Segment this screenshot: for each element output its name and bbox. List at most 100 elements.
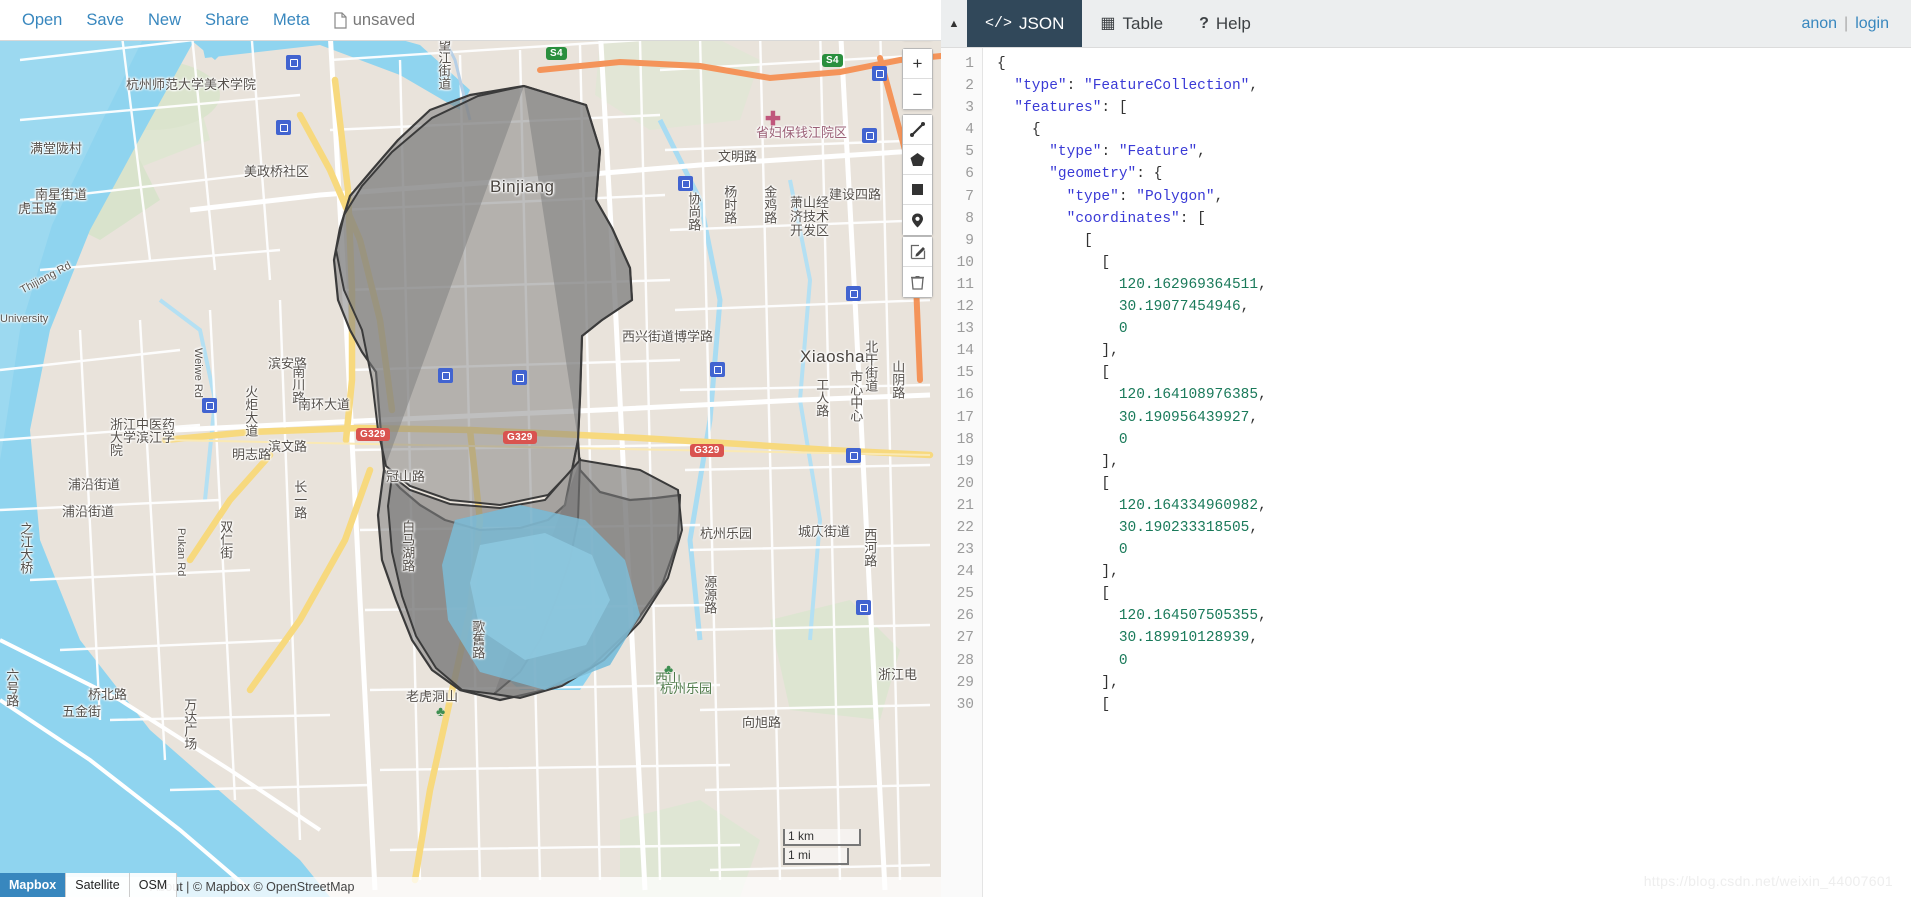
code-token: , — [1249, 630, 1259, 647]
trash-icon[interactable] — [903, 267, 932, 297]
code-line[interactable]: 120.164334960982, — [997, 495, 1911, 517]
code-line[interactable]: 0 — [997, 650, 1911, 672]
line-number: 12 — [956, 299, 974, 316]
line-number: 14 — [956, 343, 974, 360]
code-token: "geometry" — [1049, 166, 1137, 183]
code-token: "type" — [1014, 78, 1067, 95]
open-button[interactable]: Open — [10, 0, 74, 40]
code-token: ], — [1101, 674, 1119, 691]
json-code-area[interactable]: { "type": "FeatureCollection", "features… — [983, 48, 1911, 897]
code-line[interactable]: 120.162969364511, — [997, 274, 1911, 296]
code-token: [ — [1101, 475, 1111, 492]
code-token: , — [1197, 144, 1206, 161]
panel-tabbar[interactable]: ▲ </> JSON ▦ Table ? Help anon | login — [941, 0, 1911, 48]
code-token: , — [1258, 276, 1267, 293]
code-line[interactable]: 120.164507505355, — [997, 605, 1911, 627]
code-line[interactable]: "type": "Feature", — [997, 141, 1911, 163]
code-line[interactable]: [ — [997, 252, 1911, 274]
code-line[interactable]: ], — [997, 672, 1911, 694]
code-line[interactable]: "features": [ — [997, 97, 1911, 119]
code-line[interactable]: [ — [997, 583, 1911, 605]
map-canvas[interactable] — [0, 0, 941, 897]
login-link[interactable]: login — [1855, 15, 1889, 33]
zoom-out-button[interactable]: − — [903, 79, 932, 109]
tab-table[interactable]: ▦ Table — [1082, 0, 1182, 47]
json-editor[interactable]: 1 2 3 4 5 6 7 8 9 10 11 12 13 14 15 16 17 18 19 20 21 22 23 24 2… — [941, 48, 1911, 897]
rectangle-draw-icon[interactable] — [903, 175, 932, 205]
code-line[interactable]: ], — [997, 561, 1911, 583]
code-line[interactable]: ], — [997, 340, 1911, 362]
code-line[interactable]: { — [997, 119, 1911, 141]
line-number: 18 — [956, 431, 974, 448]
share-button[interactable]: Share — [193, 0, 261, 40]
code-line[interactable]: "type": "FeatureCollection", — [997, 75, 1911, 97]
save-button[interactable]: Save — [74, 0, 136, 40]
code-line[interactable]: 30.189910128939, — [997, 627, 1911, 649]
editor-scrollbar[interactable] — [1904, 96, 1911, 897]
code-token: : — [1066, 78, 1085, 95]
edit-icon[interactable] — [903, 237, 932, 267]
document-icon — [334, 11, 347, 29]
code-line[interactable]: ], — [997, 451, 1911, 473]
app-toolbar[interactable]: Open Save New Share Meta unsaved — [0, 0, 941, 41]
code-line[interactable]: [ — [997, 694, 1911, 716]
code-line[interactable]: [ — [997, 362, 1911, 384]
user-area[interactable]: anon | login — [1801, 0, 1911, 47]
code-token: "coordinates" — [1066, 210, 1180, 227]
code-line[interactable]: 120.164108976385, — [997, 384, 1911, 406]
code-line[interactable]: [ — [997, 473, 1911, 495]
code-token: [ — [1084, 232, 1093, 249]
marker-draw-icon[interactable] — [903, 205, 932, 235]
code-token: [ — [1101, 586, 1111, 603]
code-line[interactable]: 30.19077454946, — [997, 296, 1911, 318]
zoom-control[interactable]: + − — [902, 48, 933, 110]
line-number: 1 — [965, 56, 974, 72]
line-number: 13 — [956, 321, 974, 338]
code-token: : — [1118, 188, 1137, 205]
line-number: 30 — [956, 696, 974, 713]
code-line[interactable]: "geometry": { — [997, 163, 1911, 185]
map-pane[interactable]: Binjiang Xiaoshan Thijiang Rd University… — [0, 0, 941, 897]
code-line[interactable]: 30.190233318505, — [997, 517, 1911, 539]
code-line[interactable]: [ — [997, 230, 1911, 252]
code-line[interactable]: 0 — [997, 539, 1911, 561]
line-number: 10 — [956, 254, 974, 271]
code-line[interactable]: { — [997, 53, 1911, 75]
code-token: "type" — [1049, 144, 1102, 161]
line-draw-icon[interactable] — [903, 115, 932, 145]
collapse-caret-icon[interactable]: ▲ — [941, 0, 967, 47]
code-line[interactable]: 0 — [997, 318, 1911, 340]
scale-imperial: 1 mi — [783, 848, 849, 865]
code-token: 120.162969364511 — [1118, 276, 1259, 293]
tab-help[interactable]: ? Help — [1181, 0, 1269, 47]
code-token: , — [1258, 608, 1267, 625]
line-number: 11 — [956, 276, 974, 293]
zoom-in-button[interactable]: + — [903, 49, 932, 79]
line-number: 24 — [956, 564, 974, 581]
code-line[interactable]: "type": "Polygon", — [997, 186, 1911, 208]
new-button[interactable]: New — [136, 0, 193, 40]
basemap-switcher[interactable]: Mapbox Satellite OSM — [0, 873, 178, 897]
map-tiles — [0, 0, 941, 897]
basemap-osm[interactable]: OSM — [130, 873, 178, 897]
polygon-draw-icon[interactable] — [903, 145, 932, 175]
meta-button[interactable]: Meta — [261, 0, 322, 40]
code-line[interactable]: 30.190956439927, — [997, 407, 1911, 429]
line-number: 27 — [956, 630, 974, 647]
basemap-satellite[interactable]: Satellite — [66, 873, 130, 897]
line-number: 20 — [956, 475, 974, 492]
draw-control[interactable] — [902, 114, 933, 236]
tab-json[interactable]: </> JSON — [967, 0, 1083, 47]
code-line[interactable]: 0 — [997, 429, 1911, 451]
code-token: , — [1240, 299, 1250, 316]
line-number: 8 — [965, 210, 974, 227]
code-token: : [ — [1101, 100, 1128, 117]
line-number: 5 — [965, 144, 974, 161]
basemap-mapbox[interactable]: Mapbox — [0, 873, 67, 897]
scale-metric: 1 km — [783, 829, 861, 846]
line-number: 22 — [956, 519, 974, 536]
edit-control[interactable] — [902, 236, 933, 298]
code-token: 30.190233318505 — [1118, 519, 1250, 536]
code-line[interactable]: "coordinates": [ — [997, 208, 1911, 230]
username-label[interactable]: anon — [1801, 15, 1837, 33]
